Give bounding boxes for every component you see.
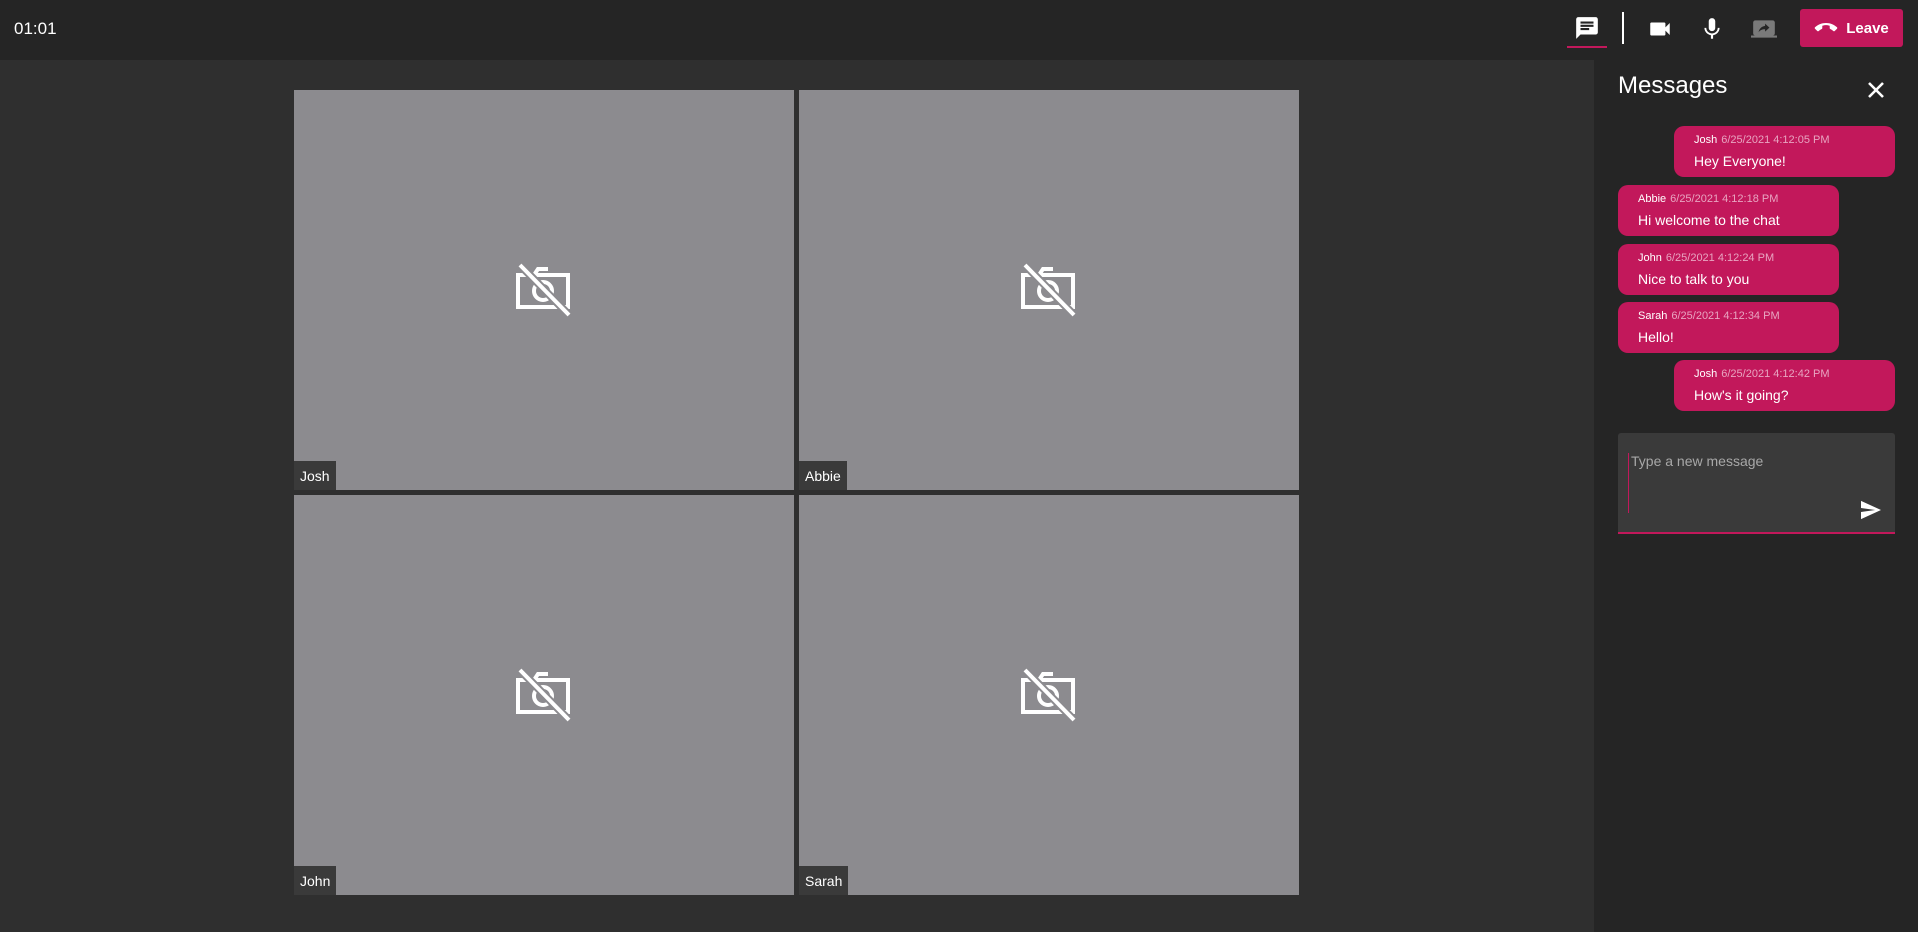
chat-message: John 6/25/2021 4:12:24 PM Nice to talk to…	[1618, 244, 1839, 295]
chat-panel-title: Messages	[1618, 72, 1728, 99]
camera-off-icon	[516, 262, 572, 318]
video-grid: Josh Abbie John Sarah	[0, 60, 1594, 932]
message-author: Sarah	[1638, 310, 1668, 322]
message-author: Josh	[1694, 134, 1718, 146]
participant-name-tag: Abbie	[799, 461, 847, 490]
call-timer: 01:01	[14, 19, 57, 38]
message-text: Nice to talk to you	[1638, 271, 1750, 287]
toolbar-divider	[1622, 12, 1624, 44]
message-text: Hello!	[1638, 329, 1674, 345]
close-chat-button[interactable]	[1862, 76, 1890, 104]
participant-tile[interactable]: John	[294, 495, 794, 895]
message-meta: John 6/25/2021 4:12:24 PM	[1638, 252, 1839, 265]
camera-toggle-button[interactable]	[1640, 10, 1680, 48]
message-meta: Josh 6/25/2021 4:12:05 PM	[1694, 134, 1895, 147]
chat-panel: Messages Josh 6/25/2021 4:12:05 PM Hey Ev…	[1594, 60, 1918, 932]
participant-tile[interactable]: Josh	[294, 90, 794, 490]
message-text: Hi welcome to the chat	[1638, 212, 1780, 228]
chat-toggle-button[interactable]	[1567, 10, 1607, 48]
chat-message: Josh 6/25/2021 4:12:05 PM Hey Everyone!	[1674, 126, 1895, 177]
message-meta: Josh 6/25/2021 4:12:42 PM	[1694, 368, 1895, 381]
message-input[interactable]	[1628, 453, 1848, 513]
participant-name-tag: John	[294, 866, 337, 895]
chat-message: Sarah 6/25/2021 4:12:34 PM Hello!	[1618, 302, 1839, 353]
screen-share-button[interactable]	[1744, 10, 1784, 48]
send-message-button[interactable]	[1856, 497, 1886, 523]
message-author: Abbie	[1638, 193, 1667, 205]
participant-tile[interactable]: Abbie	[799, 90, 1299, 490]
message-timestamp: 6/25/2021 4:12:24 PM	[1665, 252, 1775, 264]
leave-call-button[interactable]: Leave	[1800, 9, 1903, 47]
close-icon	[1868, 82, 1884, 98]
participant-name-tag: Sarah	[799, 866, 849, 895]
microphone-icon	[1704, 18, 1720, 39]
chat-message: Josh 6/25/2021 4:12:42 PM How's it going?	[1674, 360, 1895, 411]
camera-off-icon	[1021, 667, 1077, 723]
chat-message: Abbie 6/25/2021 4:12:18 PM Hi welcome to …	[1618, 185, 1839, 236]
message-compose-box	[1618, 433, 1895, 534]
send-icon	[1861, 500, 1881, 520]
top-bar: 01:01 Leave	[0, 0, 1918, 60]
message-timestamp: 6/25/2021 4:12:34 PM	[1671, 310, 1780, 322]
chat-icon	[1576, 17, 1598, 39]
message-timestamp: 6/25/2021 4:12:42 PM	[1721, 368, 1830, 380]
screen-share-icon	[1751, 20, 1777, 38]
microphone-toggle-button[interactable]	[1692, 10, 1732, 48]
participant-tile[interactable]: Sarah	[799, 495, 1299, 895]
message-author: John	[1638, 252, 1662, 264]
participant-name-tag: Josh	[294, 461, 336, 490]
video-camera-icon	[1650, 22, 1670, 36]
message-timestamp: 6/25/2021 4:12:05 PM	[1721, 134, 1830, 146]
message-text: How's it going?	[1694, 387, 1789, 403]
message-meta: Sarah 6/25/2021 4:12:34 PM	[1638, 310, 1839, 323]
camera-off-icon	[1021, 262, 1077, 318]
message-author: Josh	[1694, 368, 1718, 380]
leave-button-label: Leave	[1846, 19, 1889, 37]
phone-hangup-icon	[1814, 23, 1838, 32]
message-timestamp: 6/25/2021 4:12:18 PM	[1670, 193, 1779, 205]
message-meta: Abbie 6/25/2021 4:12:18 PM	[1638, 193, 1839, 206]
camera-off-icon	[516, 667, 572, 723]
message-text: Hey Everyone!	[1694, 153, 1786, 169]
